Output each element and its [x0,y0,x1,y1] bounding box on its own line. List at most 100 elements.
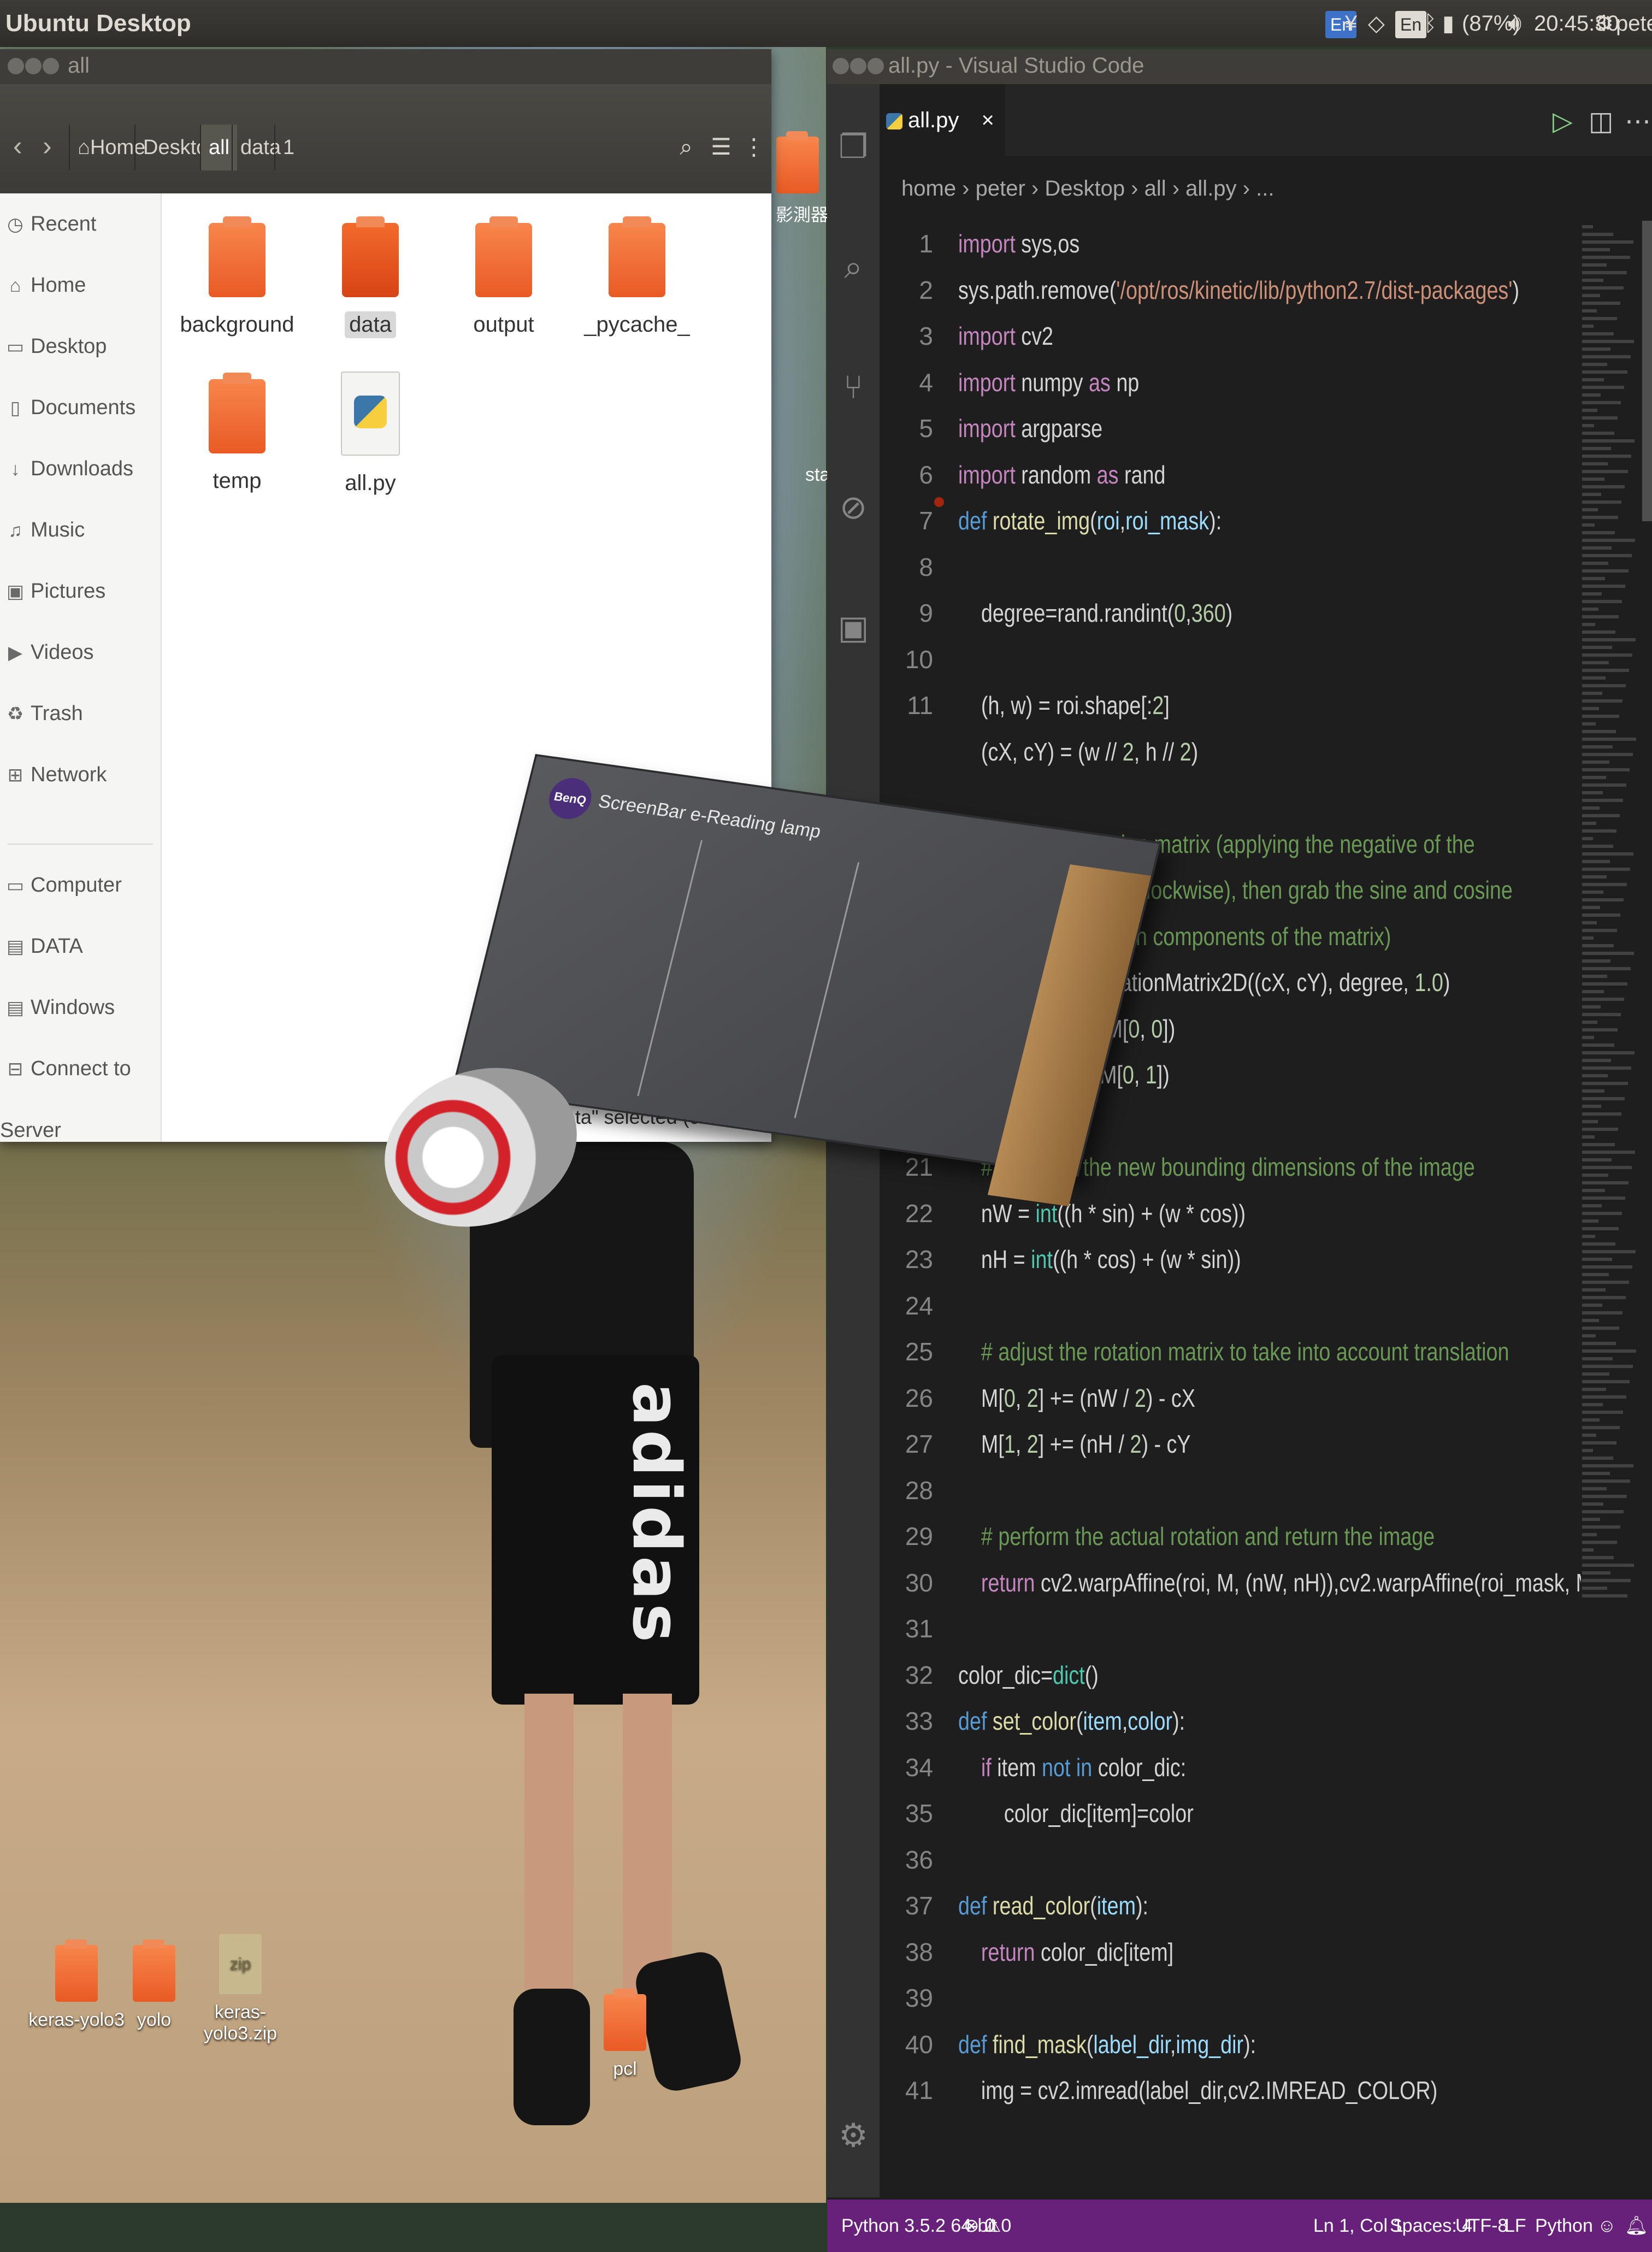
extensions-icon[interactable]: ▣ [827,598,880,658]
list-view-icon[interactable]: ☰ [705,128,738,166]
volume-icon[interactable]: 🔊︎ [1508,9,1521,38]
dropbox-icon[interactable]: ◇ [1368,9,1385,38]
language-mode[interactable]: Python [1535,2200,1593,2252]
back-icon[interactable]: ‹ [13,130,22,162]
minimap[interactable] [1582,221,1642,2166]
line-number [880,729,940,775]
sidebar-item-videos[interactable]: ▶ Videos [0,622,161,683]
person-leg-left [524,1694,574,2000]
language-indicator[interactable]: En [1395,9,1427,38]
computer-icon: ▭ [6,875,25,896]
line-number: 9 [919,599,933,627]
problems-indicator[interactable]: ⊗ 0 ⚠ 0 [964,2200,1011,2252]
sidebar-item-windows[interactable]: ▤ Windows [0,977,161,1038]
maximize-button[interactable] [868,58,884,74]
smiley-icon[interactable]: ☺ [1597,2200,1616,2252]
minimize-button[interactable] [850,58,866,74]
breadcrumb[interactable]: home › peter › Desktop › all › all.py › … [880,156,1652,221]
sidebar-item-label: Trash [31,702,83,725]
line-number: 30 [905,1568,933,1597]
breadcrumb-1[interactable]: 1 [274,125,302,170]
gear-icon[interactable]: ⚙ [1594,9,1614,38]
line-number: 39 [905,1984,933,2012]
search-icon[interactable]: ⌕ [670,128,703,166]
gear-icon[interactable]: ⚙ [827,2106,880,2166]
debug-icon[interactable]: ⊘ [827,477,880,538]
sidebar-item-trash[interactable]: ♻ Trash [0,683,161,744]
desktop-icon: ▭ [6,337,25,357]
zip-icon: zip [219,1934,262,1994]
source-control-icon[interactable]: ⑂ [827,357,880,417]
maximize-button[interactable] [43,58,59,74]
folder-icon [133,1939,175,2002]
sidebar-item-pictures[interactable]: ▣ Pictures [0,561,161,622]
desktop-icon-keras-yolo3-zip[interactable]: zip keras-yolo3.zip [186,1934,295,2044]
clock-icon: ◷ [7,214,23,235]
file-item-background[interactable]: background [172,216,303,381]
picture-icon: ▣ [6,581,25,602]
panel-title: Ubuntu Desktop [5,10,191,37]
menu-icon[interactable]: ⋮ [738,128,770,166]
line-number: 6 [919,460,933,489]
sidebar-item-downloads[interactable]: ↓ Downloads [0,438,161,499]
run-icon[interactable]: ▷ [1553,106,1573,137]
window-title: all.py - Visual Studio Code [888,54,1144,78]
line-number: 32 [905,1660,933,1689]
file-item-output[interactable]: output [438,216,569,381]
tab-all-py[interactable]: all.py × [880,84,1005,156]
server-icon: ⊟ [7,1059,23,1080]
user-name[interactable]: peter [1616,9,1652,38]
battery-icon[interactable]: ▮ [1442,9,1454,38]
file-item-pycache[interactable]: _pycache_ [571,216,703,381]
drive-icon: ▤ [6,936,25,957]
folder-icon [209,373,266,453]
file-item-all-py[interactable]: all.py [305,372,436,530]
sidebar-item-data[interactable]: ▤ DATA [0,916,161,977]
window-titlebar[interactable]: all [0,49,771,84]
sidebar-item-recent[interactable]: ◷ Recent [0,193,161,255]
sidebar-item-network[interactable]: ⊞ Network [0,744,161,805]
line-number: 38 [905,1937,933,1966]
line-number: 10 [905,645,933,674]
sidebar-item-documents[interactable]: ▯ Documents [0,377,161,438]
sidebar-item-desktop[interactable]: ▭ Desktop [0,316,161,377]
explorer-icon[interactable]: ❐ [827,117,880,177]
sidebar-item-label: Recent [31,213,97,235]
encoding[interactable]: UTF-8 [1455,2200,1508,2252]
desktop-icon-partial[interactable]: 影測器回 [776,131,846,225]
sidebar-item-home[interactable]: ⌂ Home [0,255,161,316]
file-item-temp[interactable]: temp [172,373,303,538]
forward-icon[interactable]: › [43,130,52,162]
close-button[interactable] [8,58,24,74]
ime-indicator[interactable]: ¥ [1345,9,1357,38]
home-icon: ⌂ [78,136,90,159]
close-button[interactable] [833,58,849,74]
line-ending[interactable]: LF [1504,2200,1526,2252]
top-panel: Ubuntu Desktop En ¥ ◇ En ᛒ ▮ (87%) 🔊︎ 20… [0,0,1652,47]
line-number: 40 [905,2030,933,2059]
line-number: 28 [905,1476,933,1505]
scrollbar[interactable] [1642,221,1652,521]
sidebar-item-computer[interactable]: ▭ Computer [0,854,161,916]
folder-icon [342,216,399,297]
sidebar-item-label: Home [31,274,86,297]
line-number: 24 [905,1291,933,1320]
minimize-button[interactable] [25,58,42,74]
line-number: 27 [905,1430,933,1458]
line-number: 8 [919,552,933,581]
desktop-icon-pcl[interactable]: pcl [576,1989,674,2080]
line-number: 23 [905,1245,933,1274]
sidebar-item-music[interactable]: ♫ Music [0,499,161,561]
breakpoint-icon[interactable] [934,497,944,507]
bell-icon[interactable]: 🔔︎ [1625,2200,1648,2252]
bluetooth-icon[interactable]: ᛒ [1424,9,1437,38]
split-editor-icon[interactable]: ◫ [1589,106,1613,137]
search-icon[interactable]: ⌕ [827,237,880,297]
sidebar-item-connect-to-server[interactable]: ⊟ Connect to Server [0,1038,161,1142]
more-icon[interactable]: ⋯ [1625,106,1651,137]
document-icon: ▯ [10,398,21,418]
close-icon[interactable]: × [982,108,994,132]
window-titlebar[interactable]: all.py - Visual Studio Code [827,49,1652,84]
line-number: 41 [905,2076,933,2104]
file-item-data[interactable]: data [305,216,436,381]
